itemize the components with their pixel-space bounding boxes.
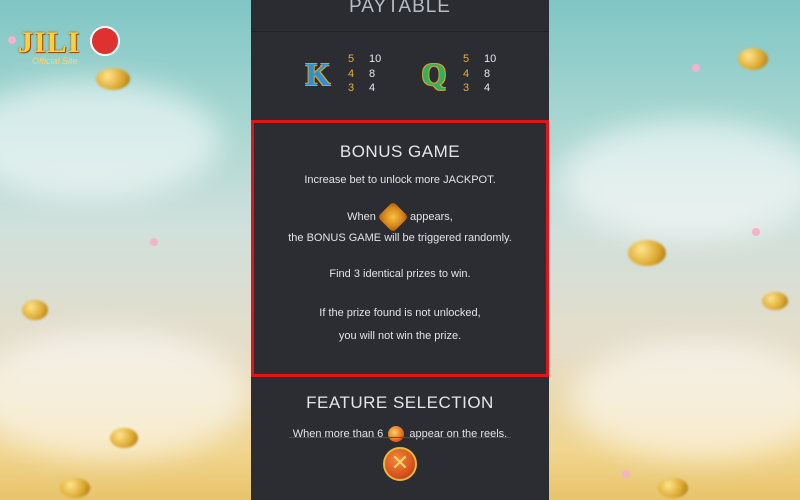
count: 3 [348,82,355,94]
logo-text: JILI [18,26,81,59]
payout: 8 [484,67,491,80]
petal-icon [150,238,158,246]
petal-icon [8,36,16,44]
count: 5 [348,53,355,65]
feature-selection-title: FEATURE SELECTION [306,393,494,412]
background-coin-icon [110,428,138,448]
petal-icon [692,64,700,72]
bonus-unlock-text: Increase bet to unlock more JACKPOT. [304,174,496,186]
bonus-find-text: Find 3 identical prizes to win. [329,268,471,280]
fa-symbol-icon [377,201,409,233]
bonus-unlocked-text: If the prize found is not unlocked, [319,307,481,319]
brand-logo: JILI Official Site [18,20,120,68]
background-coin-icon [96,68,130,90]
count: 3 [463,82,470,94]
payout: 8 [369,67,376,80]
background-coin-icon [738,48,768,70]
background-coin-icon [22,300,48,320]
background-cloud [560,120,800,240]
payout: 4 [484,82,491,94]
bonus-nowin-text: you will not win the prize. [338,330,462,342]
symbol-k-values: 10 8 4 [369,52,381,96]
symbol-q-icon: Q [421,56,447,92]
count: 4 [348,67,355,80]
logo-subtext: Official Site [32,56,78,66]
paytable-symbol-row: K 5 4 3 10 8 4 Q 5 4 3 10 8 4 [251,52,549,96]
background-cloud [570,340,800,460]
background-coin-icon [628,240,666,266]
background-cloud [0,80,220,200]
petal-icon [752,228,760,236]
symbol-k-icon: K [305,56,331,92]
bonus-trigger-line: When appears, [251,201,549,233]
close-button[interactable]: ✕ [383,447,417,481]
bonus-when-text: When [347,210,376,223]
background-coin-icon [762,292,788,310]
background-coin-icon [658,478,688,498]
symbol-k-counts: 5 4 3 [348,52,354,96]
bonus-appears-text: appears, [410,210,453,223]
scatter-coin-icon [388,426,405,442]
background-coin-icon [60,478,90,498]
paytable-panel[interactable]: PAYTABLE K 5 4 3 10 8 4 Q 5 4 3 10 8 4 B… [251,0,549,500]
feature-appear-text: appear on the reels. [409,427,508,440]
count: 4 [463,67,470,80]
payout: 10 [369,53,382,65]
bonus-game-title: BONUS GAME [339,142,461,161]
paytable-title: PAYTABLE [251,0,549,32]
feature-trigger-line: When more than 6 appear on the reels. [251,426,549,442]
symbol-q-values: 10 8 4 [484,52,496,96]
payout: 4 [369,82,376,94]
feature-when-text: When more than 6 [292,427,384,440]
logo-badge-icon [90,26,120,56]
count: 5 [463,53,470,65]
bonus-random-text: the BONUS GAME will be triggered randoml… [288,232,512,244]
symbol-q-counts: 5 4 3 [463,52,469,96]
payout: 10 [484,53,497,65]
divider [289,437,511,438]
petal-icon [622,470,630,478]
